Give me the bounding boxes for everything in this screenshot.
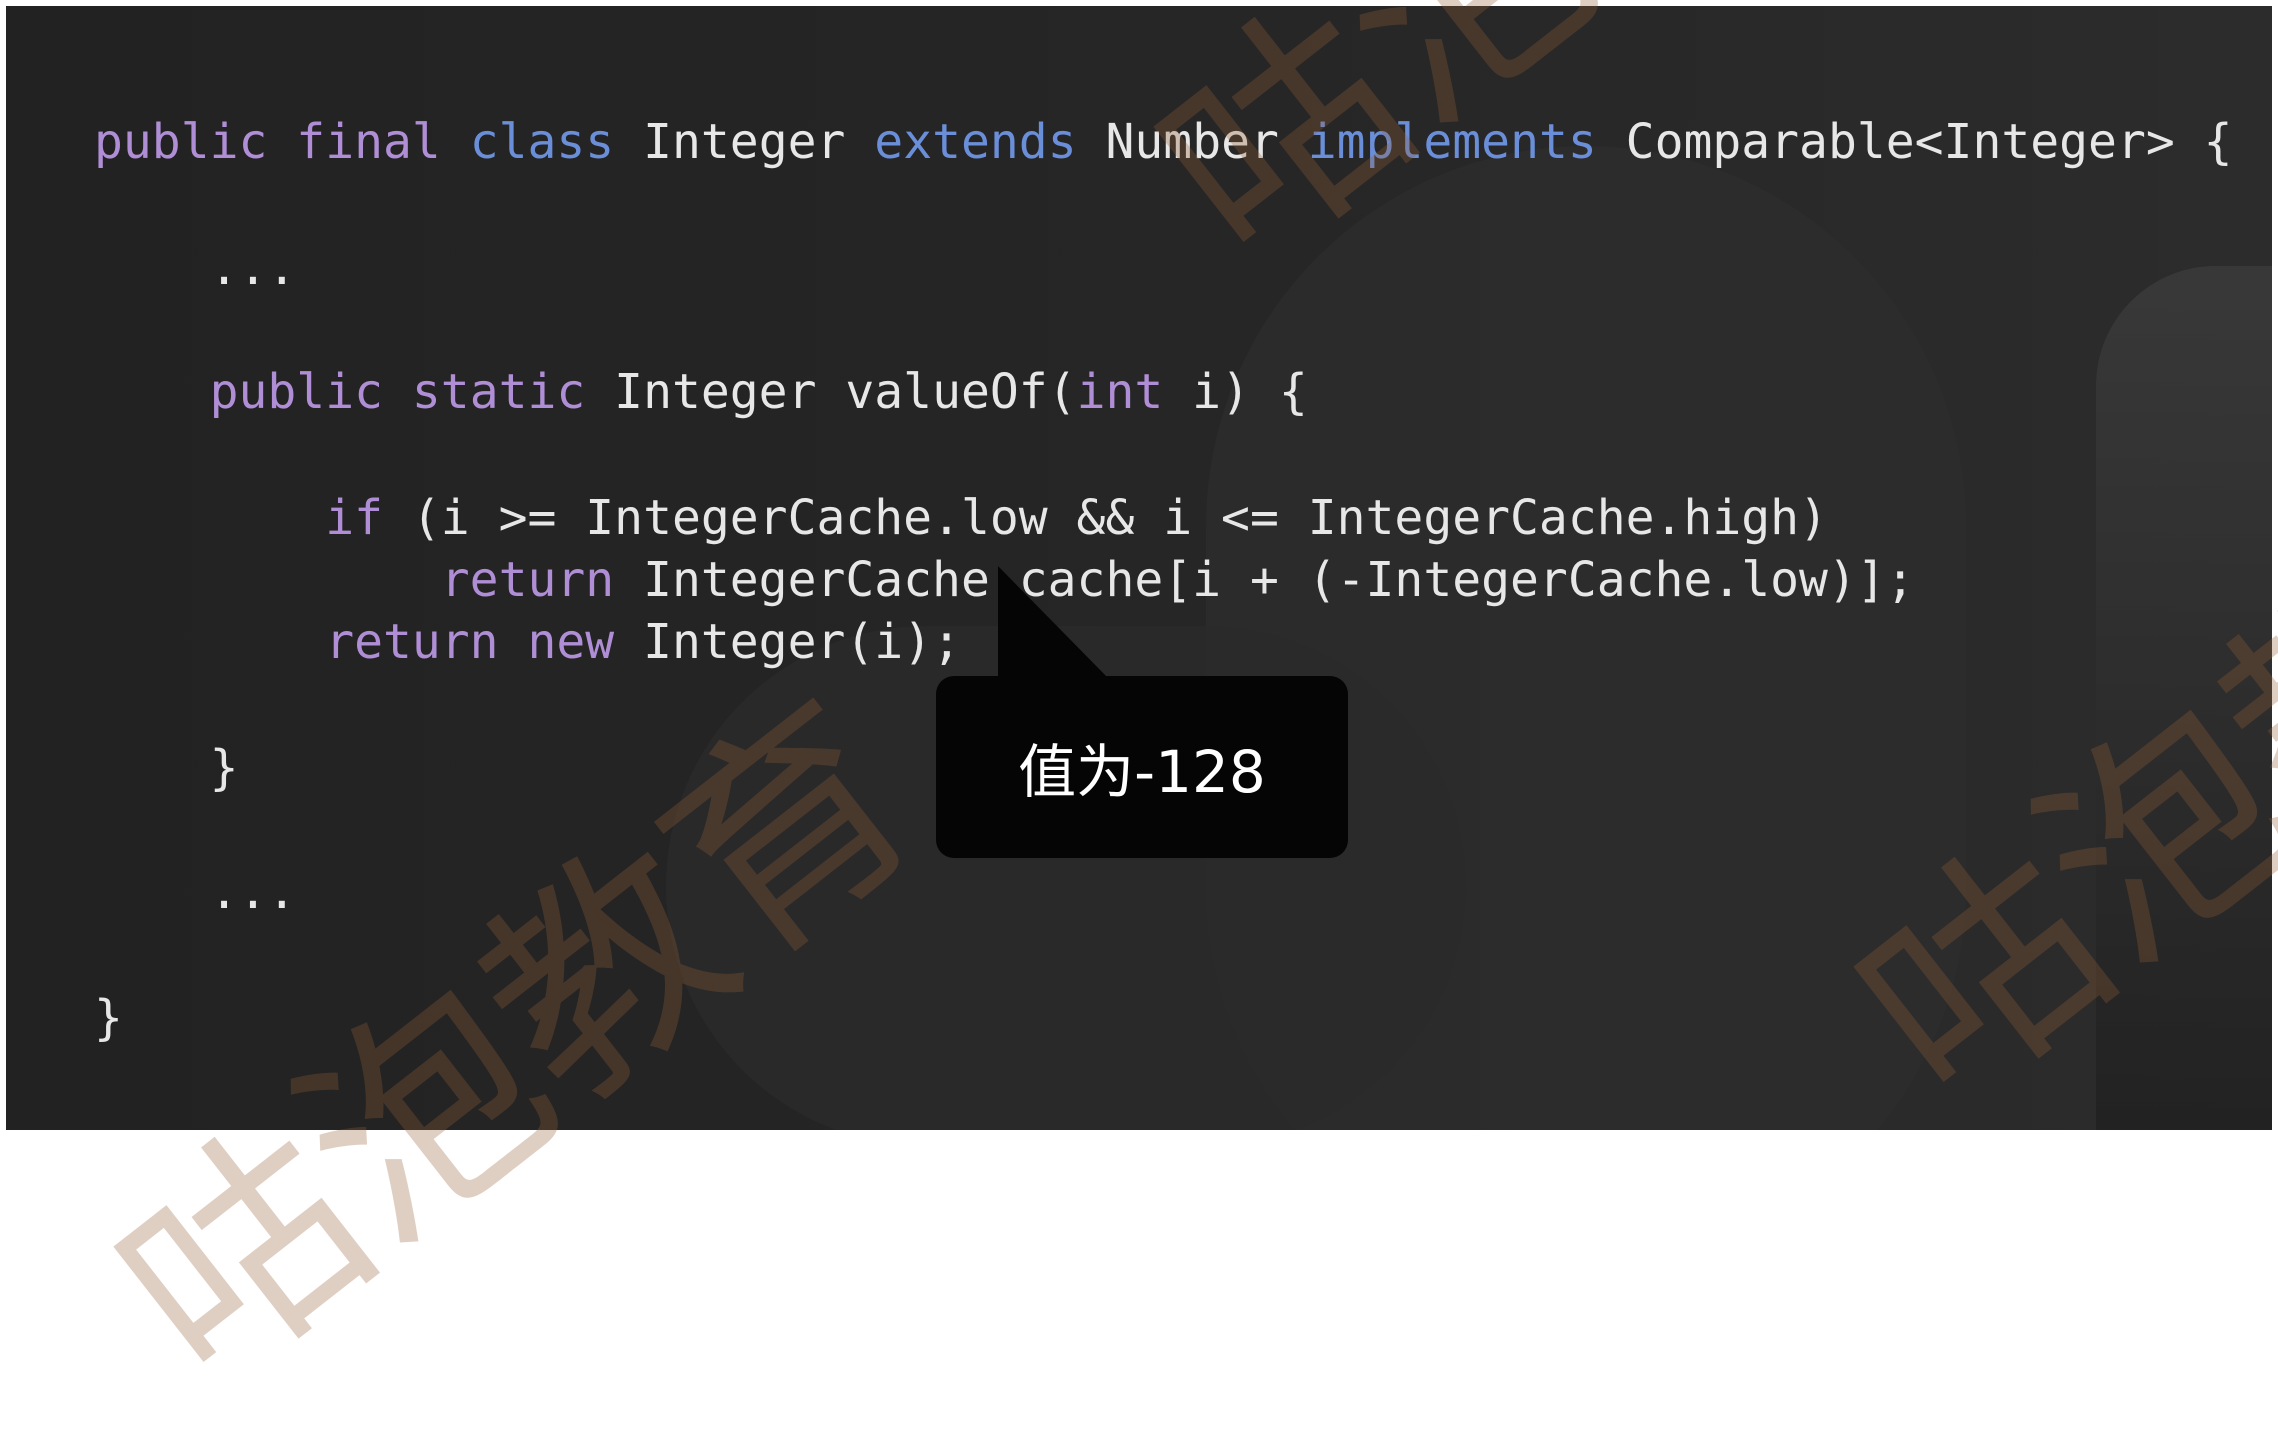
value-tooltip: 值为-128 [936,676,1348,858]
code-line: } [94,738,239,798]
code-token: } [94,990,123,1046]
code-keyword: int [1076,364,1164,420]
code-keyword: public [94,114,268,170]
code-line: ... [94,238,297,298]
presenter-silhouette [2096,266,2272,1130]
code-keyword: class [469,114,615,170]
code-token: Integer(i); [614,614,961,670]
code-keyword: implements [1307,114,1597,170]
code-keyword: new [527,614,615,670]
code-token: Comparable<Integer> { [1596,114,2233,170]
code-line: } [94,988,123,1048]
code-keyword: public [209,364,383,420]
code-keyword: return [325,614,499,670]
code-line: if (i >= IntegerCache.low && i <= Intege… [94,488,1828,548]
code-line: public final class Integer extends Numbe… [94,112,2233,172]
code-keyword: return [440,552,615,608]
code-line: return new Integer(i); [94,612,961,672]
code-token: i) { [1163,364,1308,420]
code-token: } [94,740,239,796]
code-token: IntegerCache.cache[i + (-IntegerCache.lo… [614,552,1915,608]
code-line: public static Integer valueOf(int i) { [94,362,1308,422]
code-token: (i >= IntegerCache.low && i <= IntegerCa… [382,490,1828,546]
code-token: Number [1076,114,1308,170]
code-line: ... [94,862,297,922]
code-token: Integer valueOf( [585,364,1077,420]
code-keyword: extends [874,114,1077,170]
code-keyword: final [296,114,441,170]
slide-frame: public final class Integer extends Numbe… [6,6,2272,1130]
code-token: ... [94,240,297,296]
code-token: Integer [614,114,875,170]
code-keyword: static [411,364,586,420]
tooltip-text: 值为-128 [1018,738,1266,806]
code-token: ... [94,864,297,920]
tooltip-tail [998,566,1108,678]
code-keyword: if [325,490,383,546]
